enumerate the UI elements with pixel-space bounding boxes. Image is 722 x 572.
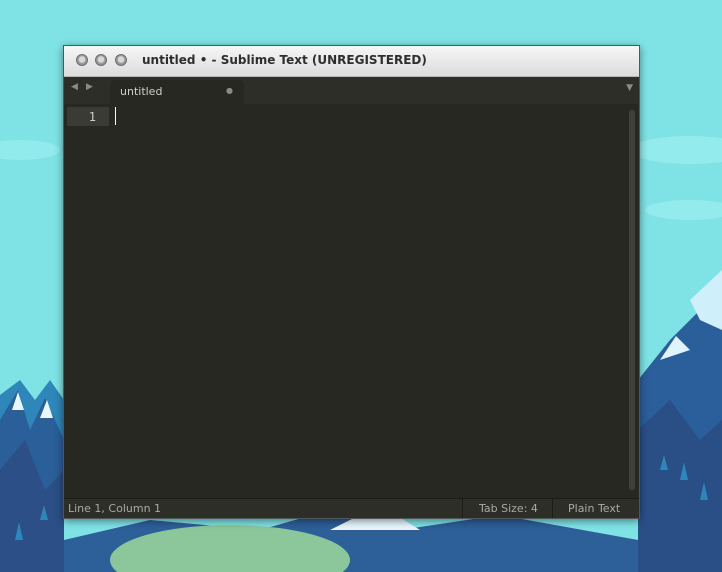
maximize-icon[interactable]	[115, 54, 127, 66]
line-number: 1	[88, 110, 96, 124]
tab-untitled[interactable]: untitled ●	[110, 80, 244, 104]
minimize-icon[interactable]	[95, 54, 107, 66]
tab-size-selector[interactable]: Tab Size: 4	[462, 499, 553, 518]
cursor-position: Line 1, Column 1	[68, 502, 162, 515]
sublime-window: untitled • - Sublime Text (UNREGISTERED)…	[63, 45, 640, 519]
editor-area[interactable]: 1	[64, 104, 639, 498]
close-icon[interactable]	[76, 54, 88, 66]
nav-forward-icon[interactable]: ▶	[86, 82, 93, 92]
text-cursor	[115, 107, 116, 125]
window-title: untitled • - Sublime Text (UNREGISTERED)	[142, 53, 427, 67]
tab-size-label: Tab Size: 4	[479, 502, 538, 515]
title-bar[interactable]: untitled • - Sublime Text (UNREGISTERED)	[64, 46, 639, 77]
syntax-selector[interactable]: Plain Text	[552, 499, 640, 518]
tab-label: untitled	[120, 85, 163, 98]
tab-bar: ◀ ▶ untitled ● ▼	[64, 77, 639, 104]
tab-menu-icon[interactable]: ▼	[626, 83, 633, 93]
status-bar: Line 1, Column 1 Tab Size: 4 Plain Text	[64, 498, 639, 518]
syntax-label: Plain Text	[568, 502, 621, 515]
tab-modified-icon[interactable]: ●	[226, 86, 233, 95]
nav-back-icon[interactable]: ◀	[71, 82, 78, 92]
gutter-current-line: 1	[67, 107, 109, 126]
vertical-scrollbar[interactable]	[629, 110, 635, 490]
